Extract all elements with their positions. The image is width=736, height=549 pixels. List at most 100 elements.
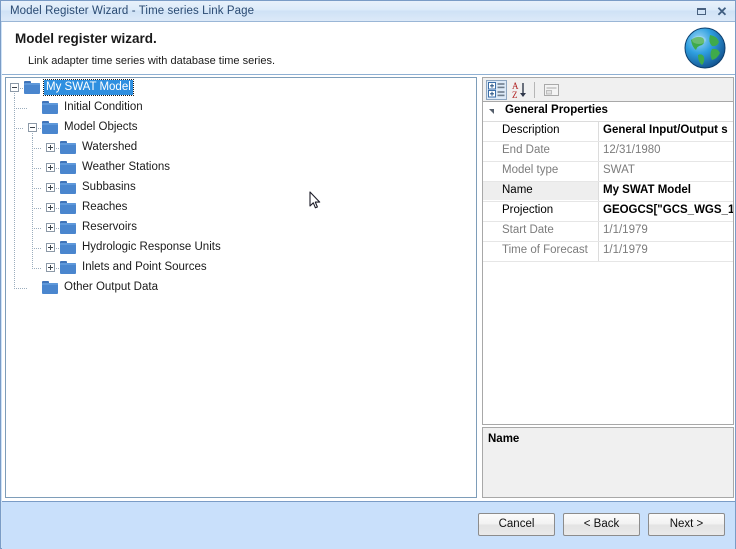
- page-title: Model register wizard.: [15, 31, 157, 46]
- property-grid[interactable]: General Properties Description General In…: [482, 101, 734, 425]
- tree-collapse-icon[interactable]: [10, 83, 19, 92]
- folder-icon: [60, 201, 77, 215]
- tree-expand-icon[interactable]: [46, 223, 55, 232]
- tree-item[interactable]: My SWAT Model: [6, 78, 476, 98]
- category-label: General Properties: [505, 104, 608, 116]
- property-value[interactable]: My SWAT Model: [599, 182, 733, 200]
- tree-item[interactable]: Subbasins: [6, 178, 476, 198]
- tree-item-label[interactable]: My SWAT Model: [43, 79, 134, 96]
- wizard-footer: Cancel < Back Next >: [2, 501, 735, 549]
- tree-expand-icon[interactable]: [46, 263, 55, 272]
- tree-item-label[interactable]: Hydrologic Response Units: [80, 240, 223, 255]
- tree-expand-icon[interactable]: [46, 183, 55, 192]
- property-name: Projection: [502, 204, 554, 216]
- tree-connector-line: [32, 228, 41, 229]
- folder-icon: [60, 261, 77, 275]
- property-value: SWAT: [603, 164, 635, 176]
- categorized-view-icon[interactable]: [486, 80, 507, 100]
- cancel-button[interactable]: Cancel: [478, 513, 555, 536]
- tree-connector-line: [14, 258, 15, 278]
- folder-icon: [42, 101, 59, 115]
- svg-text:Z: Z: [512, 90, 518, 100]
- minimize-button[interactable]: [694, 4, 710, 19]
- property-value: 12/31/1980: [603, 144, 661, 156]
- title-bar: Model Register Wizard - Time series Link…: [1, 1, 735, 22]
- property-value[interactable]: GEOGCS["GCS_WGS_19: [599, 202, 733, 220]
- back-button[interactable]: < Back: [563, 513, 640, 536]
- property-pages-icon[interactable]: [541, 80, 562, 100]
- folder-icon: [60, 161, 77, 175]
- property-row[interactable]: Name My SWAT Model: [483, 182, 733, 202]
- property-name: Time of Forecast: [502, 244, 588, 256]
- property-grid-toolbar: A Z: [482, 77, 734, 101]
- tree-connector-line: [14, 278, 15, 288]
- tree-item[interactable]: Other Output Data: [6, 278, 476, 298]
- globe-icon: [682, 25, 728, 71]
- property-name: Name: [483, 182, 598, 200]
- minimize-icon: [697, 8, 706, 15]
- property-row[interactable]: Projection GEOGCS["GCS_WGS_19: [483, 202, 733, 222]
- tree-item-label[interactable]: Model Objects: [62, 120, 140, 135]
- tree-connector-line: [32, 248, 41, 249]
- property-name: Start Date: [502, 224, 554, 236]
- property-value[interactable]: General Input/Output s: [599, 122, 733, 140]
- tree-connector-line: [14, 198, 15, 218]
- tree-item[interactable]: Reaches: [6, 198, 476, 218]
- tree-item[interactable]: Hydrologic Response Units: [6, 238, 476, 258]
- tree-connector-line: [14, 178, 15, 198]
- property-row[interactable]: Description General Input/Output s: [483, 122, 733, 142]
- wizard-body: My SWAT Model Initial Condition Model Obje…: [2, 75, 735, 501]
- property-category-header[interactable]: General Properties: [483, 102, 733, 122]
- model-tree[interactable]: My SWAT Model Initial Condition Model Obje…: [5, 77, 477, 498]
- tree-item[interactable]: Reservoirs: [6, 218, 476, 238]
- tree-item-label[interactable]: Initial Condition: [62, 100, 145, 115]
- folder-icon: [42, 121, 59, 135]
- toolbar-separator: [534, 82, 535, 98]
- tree-item[interactable]: Watershed: [6, 138, 476, 158]
- tree-item[interactable]: Weather Stations: [6, 158, 476, 178]
- tree-item-label[interactable]: Reaches: [80, 200, 129, 215]
- collapse-triangle-icon[interactable]: [489, 109, 494, 114]
- tree-item-label[interactable]: Inlets and Point Sources: [80, 260, 209, 275]
- property-description-pane: Name: [482, 427, 734, 498]
- next-button[interactable]: Next >: [648, 513, 725, 536]
- tree-connector-line: [14, 158, 15, 178]
- tree-expand-icon[interactable]: [46, 163, 55, 172]
- tree-collapse-icon[interactable]: [28, 123, 37, 132]
- tree-connector-line: [14, 128, 23, 129]
- folder-icon: [42, 281, 59, 295]
- property-value: 1/1/1979: [603, 224, 648, 236]
- tree-connector-line: [32, 258, 33, 268]
- folder-icon: [60, 241, 77, 255]
- property-row[interactable]: Model type SWAT: [483, 162, 733, 182]
- tree-item-label[interactable]: Other Output Data: [62, 280, 160, 295]
- tree-connector-line: [14, 108, 27, 109]
- tree-connector-line: [32, 268, 41, 269]
- property-row[interactable]: Start Date 1/1/1979: [483, 222, 733, 242]
- tree-connector-line: [14, 238, 15, 258]
- tree-connector-line: [14, 138, 15, 158]
- tree-expand-icon[interactable]: [46, 143, 55, 152]
- tree-item-label[interactable]: Reservoirs: [80, 220, 139, 235]
- tree-item[interactable]: Inlets and Point Sources: [6, 258, 476, 278]
- tree-connector-line: [14, 218, 15, 238]
- tree-connector-line: [32, 168, 41, 169]
- property-grid-panel: A Z General Properties Description Gener…: [482, 77, 734, 498]
- folder-icon: [24, 81, 41, 95]
- tree-item-label[interactable]: Weather Stations: [80, 160, 172, 175]
- tree-connector-line: [32, 188, 41, 189]
- folder-icon: [60, 181, 77, 195]
- tree-item[interactable]: Model Objects: [6, 118, 476, 138]
- property-row[interactable]: End Date 12/31/1980: [483, 142, 733, 162]
- property-row[interactable]: Time of Forecast 1/1/1979: [483, 242, 733, 262]
- alphabetical-sort-icon[interactable]: A Z: [510, 80, 531, 100]
- property-value: 1/1/1979: [603, 244, 648, 256]
- close-button[interactable]: ✕: [714, 4, 730, 19]
- tree-item-label[interactable]: Watershed: [80, 140, 139, 155]
- tree-expand-icon[interactable]: [46, 243, 55, 252]
- tree-expand-icon[interactable]: [46, 203, 55, 212]
- folder-icon: [60, 221, 77, 235]
- tree-item-label[interactable]: Subbasins: [80, 180, 138, 195]
- tree-item[interactable]: Initial Condition: [6, 98, 476, 118]
- close-icon: ✕: [716, 4, 728, 19]
